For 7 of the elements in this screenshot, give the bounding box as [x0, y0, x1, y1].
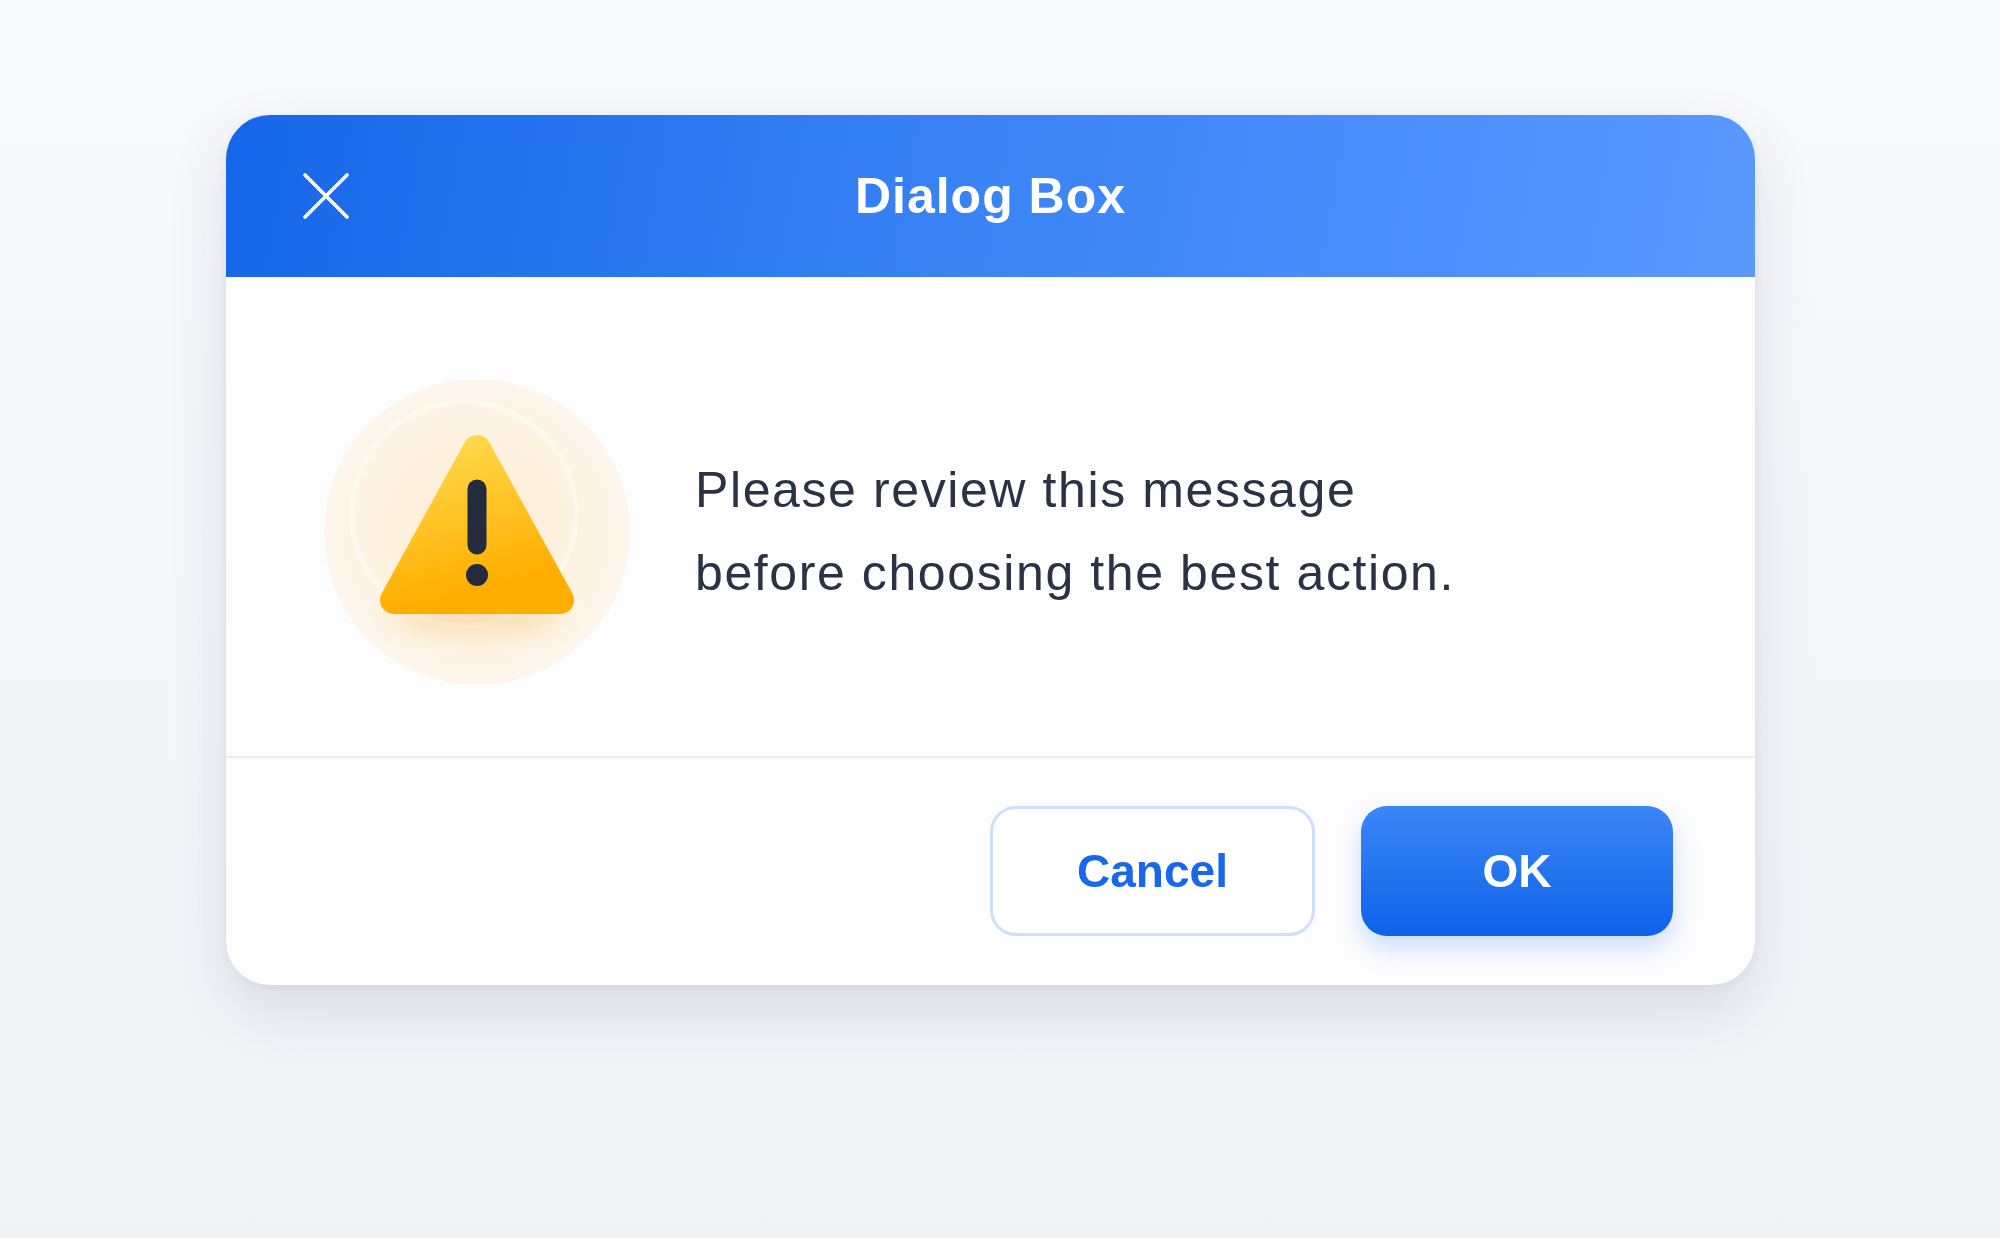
warning-icon — [324, 378, 630, 685]
close-icon — [303, 173, 349, 219]
ok-button[interactable]: OK — [1361, 806, 1673, 936]
message-text: Please review this message before choosing the best action. — [695, 460, 1455, 603]
cancel-button[interactable]: Cancel — [990, 806, 1315, 936]
dialog-title: Dialog Box — [854, 167, 1127, 225]
close-button[interactable] — [303, 173, 349, 219]
